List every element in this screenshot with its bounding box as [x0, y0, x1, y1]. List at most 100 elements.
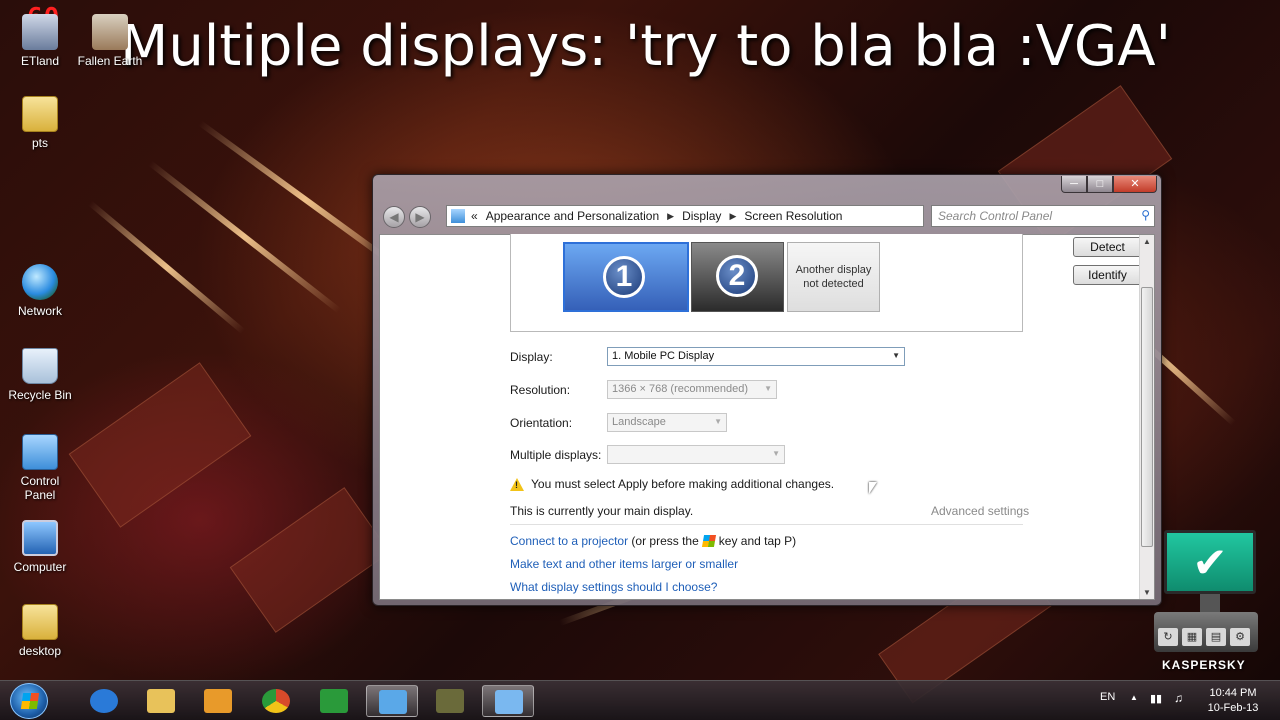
monitor-arrangement-panel: 1 2 Another display not detected Detect …	[510, 234, 1142, 332]
identify-button[interactable]: Identify	[1073, 265, 1142, 285]
internet-explorer-icon	[90, 689, 118, 713]
folder-icon	[22, 604, 58, 640]
gadget-stand	[1200, 594, 1220, 612]
display-help-link[interactable]: What display settings should I choose?	[510, 580, 717, 594]
taskbar-internet-explorer[interactable]	[78, 685, 130, 717]
clock-time: 10:44 PM	[1209, 687, 1257, 699]
video-title-overlay: Multiple displays: 'try to bla bla :VGA'	[120, 14, 1171, 79]
gadget-buttons: ↻ ▦ ▤ ⚙	[1158, 628, 1250, 646]
chevron-down-icon: ▼	[714, 417, 722, 426]
taskbar-display-app[interactable]	[366, 685, 418, 717]
projector-hint-end: key and tap P)	[718, 534, 797, 548]
scroll-up-icon[interactable]: ▲	[1143, 237, 1151, 246]
desktop-icon-label: pts	[31, 136, 48, 150]
desktop-icon-control-panel[interactable]: Control Panel	[5, 434, 75, 502]
advanced-settings-link[interactable]: Advanced settings	[931, 504, 1029, 518]
report-icon[interactable]: ▤	[1206, 628, 1226, 646]
display-select[interactable]: 1. Mobile PC Display ▼	[607, 347, 905, 366]
breadcrumb-display[interactable]: Display	[682, 209, 721, 223]
orientation-label: Orientation:	[510, 416, 573, 430]
taskbar-app-99[interactable]	[424, 685, 476, 717]
forward-button[interactable]: ▶	[409, 206, 431, 228]
display-label: Display:	[510, 350, 553, 364]
wallpaper-shape	[229, 487, 391, 633]
monitor-not-detected[interactable]: Another display not detected	[787, 242, 880, 312]
taskbar-game-app[interactable]	[308, 685, 360, 717]
display-app-icon	[379, 690, 407, 714]
scroll-thumb[interactable]	[1141, 287, 1153, 547]
back-button[interactable]: ◀	[383, 206, 405, 228]
resolution-label: Resolution:	[510, 383, 571, 397]
app-99-icon	[436, 689, 464, 713]
check-icon: ✔	[1164, 530, 1256, 594]
screen-resolution-window: ─ □ ✕ ◀ ▶ « Appearance and Personalizati…	[372, 174, 1162, 606]
update-icon[interactable]: ↻	[1158, 628, 1178, 646]
desktop-icon-label: Control Panel	[20, 474, 60, 502]
kaspersky-gadget[interactable]: ✔ ↻ ▦ ▤ ⚙ KASPERSKY	[1150, 528, 1260, 678]
taskbar-chrome[interactable]	[250, 685, 302, 717]
show-hidden-icons-icon[interactable]: ▲	[1130, 693, 1138, 702]
taskbar-media-player[interactable]	[192, 685, 244, 717]
orientation-select[interactable]: Landscape ▼	[607, 413, 727, 432]
desktop-icon-label: Computer	[13, 560, 67, 574]
taskbar-control-panel[interactable]	[482, 685, 534, 717]
desktop-icon-label: desktop	[18, 644, 62, 658]
monitor-1[interactable]: 1	[563, 242, 689, 312]
desktop-icon-fallen-earth[interactable]: Fallen Earth	[75, 14, 145, 68]
search-input[interactable]: Search Control Panel ⚲	[931, 205, 1155, 227]
close-button[interactable]: ✕	[1113, 176, 1157, 193]
detect-button[interactable]: Detect	[1073, 237, 1142, 257]
computer-icon	[22, 520, 58, 556]
volume-icon[interactable]: ♫	[1174, 691, 1183, 705]
desktop-icon-recycle-bin[interactable]: Recycle Bin	[5, 348, 75, 402]
desktop-icon-pts[interactable]: pts	[5, 96, 75, 150]
resolution-select[interactable]: 1366 × 768 (recommended) ▼	[607, 380, 777, 399]
taskbar-windows-explorer[interactable]	[135, 685, 187, 717]
gear-icon[interactable]: ⚙	[1230, 628, 1250, 646]
folder-icon	[147, 689, 175, 713]
chevron-down-icon: ▼	[892, 351, 900, 360]
breadcrumb-appearance[interactable]: Appearance and Personalization	[486, 209, 659, 223]
monitor-label: Another display	[795, 264, 872, 276]
connect-projector-link[interactable]: Connect to a projector	[510, 534, 628, 548]
chevron-right-icon[interactable]: ▶	[729, 211, 736, 222]
resolution-value: 1366 × 768 (recommended)	[612, 383, 749, 395]
desktop-icon-desktop[interactable]: desktop	[5, 604, 75, 658]
multiple-displays-label: Multiple displays:	[510, 448, 602, 462]
main-display-text: This is currently your main display.	[510, 504, 694, 518]
windows-logo-icon	[701, 535, 716, 547]
text-size-link[interactable]: Make text and other items larger or smal…	[510, 557, 738, 571]
monitor-2[interactable]: 2	[691, 242, 784, 312]
breadcrumb-lead[interactable]: «	[471, 209, 478, 223]
projector-hint: (or press the	[631, 534, 699, 548]
folder-icon	[22, 96, 58, 132]
maximize-button[interactable]: □	[1087, 176, 1113, 193]
warning-icon: !	[510, 477, 524, 491]
network-signal-icon[interactable]: ▮▮	[1150, 692, 1162, 705]
monitor-label: not detected	[803, 278, 864, 290]
chrome-icon	[262, 689, 290, 713]
breadcrumb-screen-resolution[interactable]: Screen Resolution	[744, 209, 842, 223]
desktop-icon-label: Recycle Bin	[8, 388, 72, 402]
desktop-icon-etland[interactable]: ETland	[5, 14, 75, 68]
chevron-right-icon[interactable]: ▶	[667, 211, 674, 222]
desktop-icon-computer[interactable]: Computer	[5, 520, 75, 574]
display-value: 1. Mobile PC Display	[612, 350, 715, 362]
network-icon	[22, 264, 58, 300]
multiple-displays-select[interactable]: ▼	[607, 445, 785, 464]
search-icon[interactable]: ⚲	[1141, 208, 1150, 222]
start-button[interactable]	[10, 683, 48, 719]
kaspersky-logo: KASPERSKY	[1162, 658, 1246, 672]
search-placeholder: Search Control Panel	[938, 209, 1053, 223]
wallpaper-streak	[148, 160, 341, 314]
minimize-button[interactable]: ─	[1061, 176, 1087, 193]
divider	[510, 524, 1023, 525]
windows-logo-icon	[20, 693, 40, 709]
calendar-icon[interactable]: ▦	[1182, 628, 1202, 646]
game-app-icon	[320, 689, 348, 713]
clock[interactable]: 10:44 PM 10-Feb-13	[1196, 686, 1270, 716]
address-bar[interactable]: « Appearance and Personalization ▶ Displ…	[446, 205, 992, 227]
language-indicator[interactable]: EN	[1100, 691, 1115, 703]
desktop-icon-network[interactable]: Network	[5, 264, 75, 318]
warning-text: You must select Apply before making addi…	[531, 477, 835, 491]
